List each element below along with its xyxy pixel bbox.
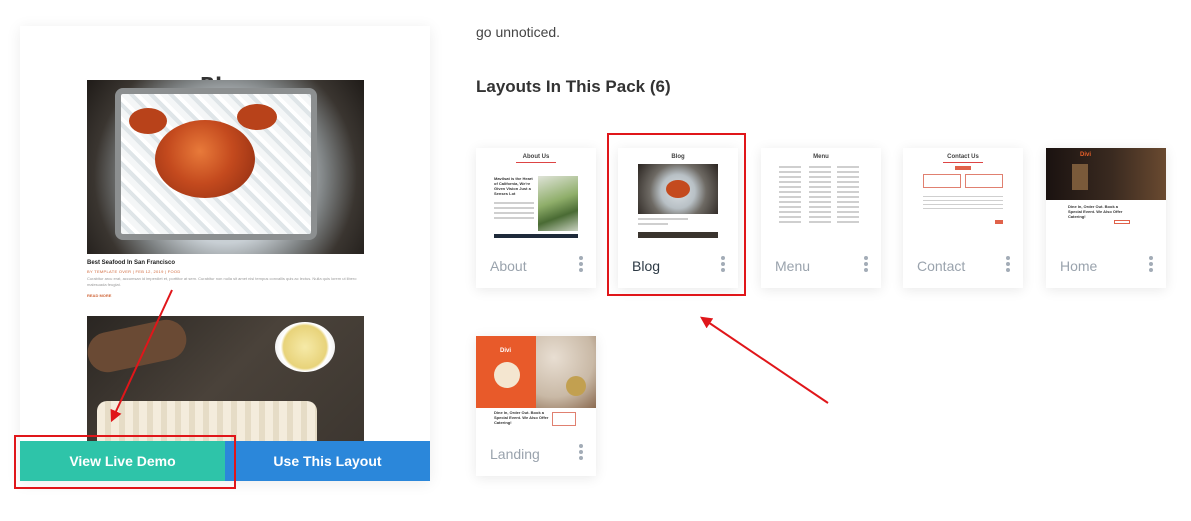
- kebab-menu-icon[interactable]: [1005, 256, 1011, 274]
- layout-tile-menu[interactable]: Menu Menu: [761, 148, 881, 288]
- kebab-menu-icon[interactable]: [578, 444, 584, 462]
- use-this-layout-button[interactable]: Use This Layout: [225, 441, 430, 481]
- thumbnail-home: Divi Dine In, Order Out. Book a Special …: [1046, 148, 1166, 238]
- arrow-annotation: [700, 316, 829, 404]
- layout-label-about: About: [490, 258, 527, 274]
- layout-label-menu: Menu: [775, 258, 811, 274]
- thumbnail-menu: Menu: [761, 148, 881, 238]
- post-title: Best Seafood In San Francisco: [87, 260, 176, 266]
- layout-preview-card: Blog Best Seafood In San Francisco BY TE…: [20, 26, 430, 481]
- thumbnail-about: About Us Mavilsat is the Heart of Califo…: [476, 148, 596, 238]
- layout-tile-blog[interactable]: Blog Blog: [618, 148, 738, 288]
- layout-tile-home[interactable]: Divi Dine In, Order Out. Book a Special …: [1046, 148, 1166, 288]
- layout-tile-contact[interactable]: Contact Us Contact: [903, 148, 1023, 288]
- view-live-demo-button[interactable]: View Live Demo: [20, 441, 225, 481]
- layout-tile-about[interactable]: About Us Mavilsat is the Heart of Califo…: [476, 148, 596, 288]
- crab-photo: [87, 80, 364, 254]
- kebab-menu-icon[interactable]: [578, 256, 584, 274]
- kebab-menu-icon[interactable]: [1148, 256, 1154, 274]
- read-more-link[interactable]: READ MORE: [87, 293, 111, 298]
- post-meta: BY TEMPLATE OVER | FEB 12, 2019 | FOOD: [87, 269, 181, 274]
- layout-label-contact: Contact: [917, 258, 966, 274]
- layout-label-landing: Landing: [490, 446, 540, 462]
- thumbnail-blog: Blog: [618, 148, 738, 238]
- post-excerpt: Curabitur arcu erat, accumsan id imperdi…: [87, 276, 357, 287]
- kebab-menu-icon[interactable]: [720, 256, 726, 274]
- layout-label-blog: Blog: [632, 258, 661, 274]
- thumbnail-landing: Divi Dine In, Order Out. Book a Special …: [476, 336, 596, 426]
- layouts-pack-heading: Layouts In This Pack (6): [476, 77, 671, 96]
- kebab-menu-icon[interactable]: [863, 256, 869, 274]
- description-text: go unnoticed.: [476, 24, 561, 40]
- layout-label-home: Home: [1060, 258, 1098, 274]
- layout-tile-landing[interactable]: Divi Dine In, Order Out. Book a Special …: [476, 336, 596, 476]
- thumbnail-contact: Contact Us: [903, 148, 1023, 238]
